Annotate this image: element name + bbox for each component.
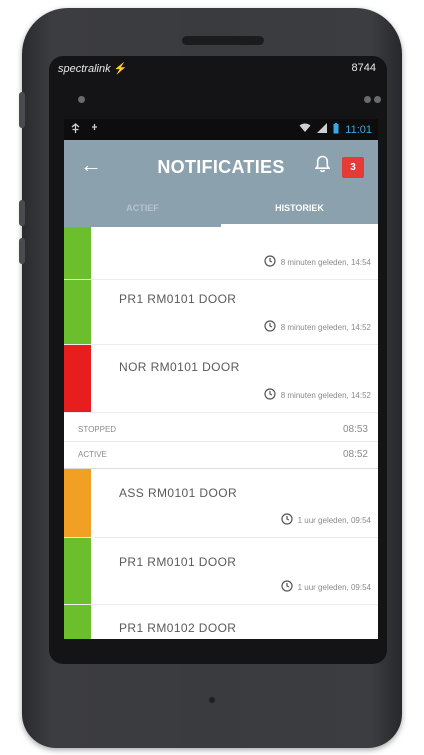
tab-historiek[interactable]: HISTORIEK	[221, 192, 378, 227]
phone-screen: 11:01 ← NOTIFICATIES 3 ACTIEF HISTORIEK …	[64, 119, 378, 639]
brand-logo: spectralink ⚡	[58, 62, 127, 75]
bell-icon[interactable]	[314, 155, 331, 179]
clock-icon	[280, 513, 293, 527]
front-sensor-1	[364, 96, 371, 103]
usb-icon	[70, 122, 81, 137]
page-title: NOTIFICATIES	[157, 157, 285, 177]
status-label: ACTIVE	[78, 449, 107, 459]
list-item[interactable]: ASS RM0101 DOOR 1 uur geleden, 09:54	[64, 469, 378, 538]
item-time-text: 1 uur geleden, 09:54	[297, 582, 371, 592]
status-time: 08:53	[342, 423, 368, 435]
item-time: 1 uur geleden, 09:54	[280, 580, 371, 594]
front-sensor-2	[374, 96, 381, 103]
status-time: 11:01	[345, 123, 372, 136]
priority-strip	[64, 538, 91, 604]
clock-icon	[264, 320, 276, 334]
notification-count-badge[interactable]: 3	[342, 157, 364, 178]
brand-text: spectralink	[58, 63, 111, 75]
list-item[interactable]: 8 minuten geleden, 14:54	[64, 227, 378, 280]
tab-bar: ACTIEF HISTORIEK	[64, 192, 378, 227]
item-time-text: 8 minuten geleden, 14:52	[280, 322, 371, 332]
list-item[interactable]: NOR RM0101 DOOR 8 minuten geleden, 14:52	[64, 345, 378, 413]
brand-mark-icon: ⚡	[110, 63, 128, 75]
clock-icon	[264, 255, 276, 269]
tab-actief[interactable]: ACTIEF	[64, 192, 221, 227]
home-button[interactable]	[209, 697, 215, 703]
speaker-slot	[182, 36, 264, 45]
item-time-text: 8 minuten geleden, 14:52	[280, 390, 371, 400]
status-time: 08:52	[342, 448, 368, 460]
notification-icon	[90, 123, 99, 137]
clock-icon	[280, 580, 293, 594]
item-time-text: 8 minuten geleden, 14:54	[280, 257, 371, 267]
priority-strip	[64, 227, 91, 279]
item-title: NOR RM0101 DOOR	[119, 360, 240, 374]
signal-icon	[317, 123, 328, 136]
status-bar: 11:01	[64, 119, 378, 140]
priority-strip	[64, 469, 91, 537]
status-label: STOPPED	[78, 424, 117, 434]
item-time: 8 minuten geleden, 14:54	[264, 255, 371, 269]
clock-icon	[264, 388, 276, 402]
extension-number: 8744	[351, 62, 376, 74]
status-row: ACTIVE 08:52	[64, 442, 378, 466]
list-item[interactable]: PR1 RM0101 DOOR 8 minuten geleden, 14:52	[64, 280, 378, 345]
volume-down-button[interactable]	[19, 200, 25, 226]
volume-up-button[interactable]	[19, 92, 25, 128]
priority-strip	[64, 280, 91, 344]
side-button[interactable]	[19, 238, 25, 264]
status-row: STOPPED 08:53	[64, 417, 378, 442]
battery-icon	[333, 122, 339, 137]
app-bar: ← NOTIFICATIES 3	[64, 140, 378, 192]
item-title: PR1 RM0102 DOOR	[119, 621, 237, 635]
list-item[interactable]: PR1 RM0102 DOOR	[64, 605, 378, 639]
item-time: 1 uur geleden, 09:54	[280, 513, 371, 527]
priority-strip	[64, 345, 91, 412]
item-time: 8 minuten geleden, 14:52	[264, 320, 371, 334]
priority-strip	[64, 605, 91, 639]
notification-list: 8 minuten geleden, 14:54 PR1 RM0101 DOOR…	[64, 227, 378, 639]
wifi-icon	[299, 123, 311, 136]
proximity-sensor	[78, 96, 85, 103]
list-item[interactable]: PR1 RM0101 DOOR 1 uur geleden, 09:54	[64, 538, 378, 605]
item-time-text: 1 uur geleden, 09:54	[297, 515, 371, 525]
status-history: STOPPED 08:53 ACTIVE 08:52	[64, 413, 378, 469]
item-title: PR1 RM0101 DOOR	[119, 292, 237, 306]
item-title: ASS RM0101 DOOR	[119, 486, 238, 500]
item-time: 8 minuten geleden, 14:52	[264, 388, 371, 402]
item-title: PR1 RM0101 DOOR	[119, 555, 237, 569]
